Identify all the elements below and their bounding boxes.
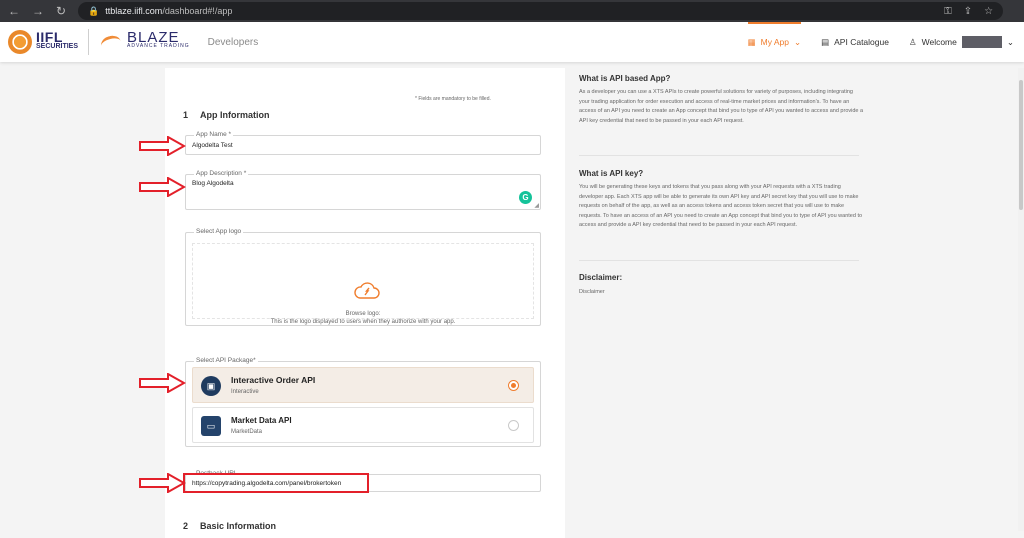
info-text-api-key: You will be generating these keys and to…: [579, 184, 863, 228]
iifl-logo-text: IIFL: [36, 29, 63, 45]
info-divider: [579, 260, 859, 261]
app-description-field[interactable]: App Description * Blog Algodelta G ◢: [185, 170, 541, 210]
package-option-interactive[interactable]: ▣ Interactive Order API Interactive: [192, 367, 534, 403]
info-heading-api-app: What is API based App?: [579, 74, 671, 83]
info-panel: What is API based App? As a developer yo…: [565, 68, 1015, 538]
annotation-arrow-icon: [139, 373, 186, 393]
back-icon[interactable]: ←: [8, 4, 20, 18]
redacted-username: [961, 36, 1002, 48]
browser-nav: ← → ↻: [8, 4, 66, 18]
key-icon[interactable]: ⚿: [944, 6, 952, 17]
url-host: ttblaze.iifl.com: [105, 6, 163, 16]
address-bar[interactable]: 🔒 ttblaze.iifl.com /dashboard#!/app ⚿ ⇪ …: [78, 2, 1004, 20]
chevron-down-icon: ⌄: [1006, 36, 1014, 47]
welcome-label: Welcome: [921, 37, 957, 47]
blaze-swoosh-icon: [99, 33, 125, 51]
blaze-logo[interactable]: BLAZE ADVANCE TRADING: [99, 29, 190, 51]
section-basic-information: 2 Basic Information: [183, 521, 276, 531]
url-path: /dashboard#!/app: [162, 6, 233, 16]
package-subtitle: Interactive: [231, 389, 259, 395]
annotation-box-postback: [183, 473, 369, 493]
monitor-icon: ▭: [201, 416, 221, 436]
cloud-upload-icon: [354, 282, 380, 299]
user-icon: ♙: [908, 36, 917, 47]
nav-my-app-label: My App: [760, 37, 789, 47]
info-text-disclaimer: Disclaimer: [579, 289, 605, 295]
info-divider: [579, 155, 859, 156]
upload-text: Browse logo: This is the logo displayed …: [193, 310, 533, 326]
iifl-logo-sub: SECURITIES: [36, 43, 79, 50]
api-package-field: Select API Package* ▣ Interactive Order …: [185, 357, 541, 447]
iifl-logo[interactable]: IIFL SECURITIES: [8, 30, 78, 54]
blaze-logo-sub: ADVANCE TRADING: [127, 43, 190, 49]
nav-my-app[interactable]: ▦ My App ⌄: [738, 22, 812, 62]
section-app-information: 1 App Information: [183, 110, 270, 120]
browse-logo-link[interactable]: Browse logo:: [193, 310, 533, 318]
header-nav: ▦ My App ⌄ ▤ API Catalogue ♙ Welcome ⌄: [738, 22, 1024, 62]
scrollbar-thumb[interactable]: [1019, 80, 1023, 210]
app-name-value: Algodelta Test: [192, 142, 233, 149]
address-bar-icons: ⚿ ⇪ ☆: [944, 6, 993, 17]
page-scrollbar[interactable]: [1018, 68, 1024, 531]
package-title: Interactive Order API: [231, 375, 316, 385]
section-title: App Information: [200, 110, 270, 120]
info-heading-disclaimer: Disclaimer:: [579, 273, 623, 282]
user-card-icon: ▣: [201, 376, 221, 396]
app-description-label: App Description *: [194, 170, 249, 177]
iifl-sun-icon: [8, 30, 32, 54]
section-number: 2: [183, 521, 189, 531]
logo-dropzone[interactable]: Browse logo: This is the logo displayed …: [192, 243, 534, 325]
share-icon[interactable]: ⇪: [964, 6, 972, 17]
blaze-logo-text: BLAZE: [127, 29, 180, 46]
logo-hint: This is the logo displayed to users when…: [270, 319, 456, 325]
app-logo-label: Select App logo: [194, 228, 244, 235]
logo-divider: [88, 29, 90, 55]
nav-api-catalogue[interactable]: ▤ API Catalogue: [811, 22, 899, 62]
section-number: 1: [183, 110, 189, 120]
developers-label: Developers: [207, 36, 259, 48]
nav-api-catalogue-label: API Catalogue: [834, 37, 889, 47]
package-option-market-data[interactable]: ▭ Market Data API MarketData: [192, 407, 534, 443]
browser-toolbar: ← → ↻ 🔒 ttblaze.iifl.com /dashboard#!/ap…: [0, 0, 1024, 22]
lock-icon: 🔒: [88, 5, 100, 16]
app-name-field[interactable]: App Name * Algodelta Test: [185, 131, 541, 155]
grammarly-icon[interactable]: G: [519, 191, 532, 204]
annotation-arrow-icon: [139, 473, 186, 493]
grid-icon: ▦: [747, 36, 756, 47]
package-subtitle: MarketData: [231, 429, 263, 435]
resize-handle-icon[interactable]: ◢: [534, 202, 539, 209]
nav-user-menu[interactable]: ♙ Welcome ⌄: [899, 22, 1024, 62]
app-form-panel: * Fields are mandatory to be filled. 1 A…: [165, 68, 565, 538]
package-radio-selected[interactable]: [508, 380, 519, 391]
chevron-down-icon: ⌄: [793, 36, 802, 47]
app-header: IIFL SECURITIES BLAZE ADVANCE TRADING De…: [0, 22, 1024, 62]
info-text-api-app: As a developer you can use a XTS APIs to…: [579, 89, 864, 124]
api-package-label: Select API Package*: [194, 357, 258, 364]
package-radio[interactable]: [508, 420, 519, 431]
section-title: Basic Information: [200, 521, 277, 531]
mandatory-note: * Fields are mandatory to be filled.: [415, 96, 491, 102]
annotation-arrow-icon: [139, 136, 186, 156]
star-icon[interactable]: ☆: [984, 6, 993, 17]
reload-icon[interactable]: ↻: [56, 4, 66, 18]
app-logo-field: Select App logo Browse logo: This is the…: [185, 228, 541, 326]
package-title: Market Data API: [231, 416, 292, 425]
app-description-value: Blog Algodelta: [192, 180, 234, 187]
forward-icon[interactable]: →: [32, 4, 44, 18]
info-heading-api-key: What is API key?: [579, 169, 644, 178]
catalogue-icon: ▤: [821, 36, 830, 47]
app-name-label: App Name *: [194, 131, 234, 138]
annotation-arrow-icon: [139, 177, 186, 197]
